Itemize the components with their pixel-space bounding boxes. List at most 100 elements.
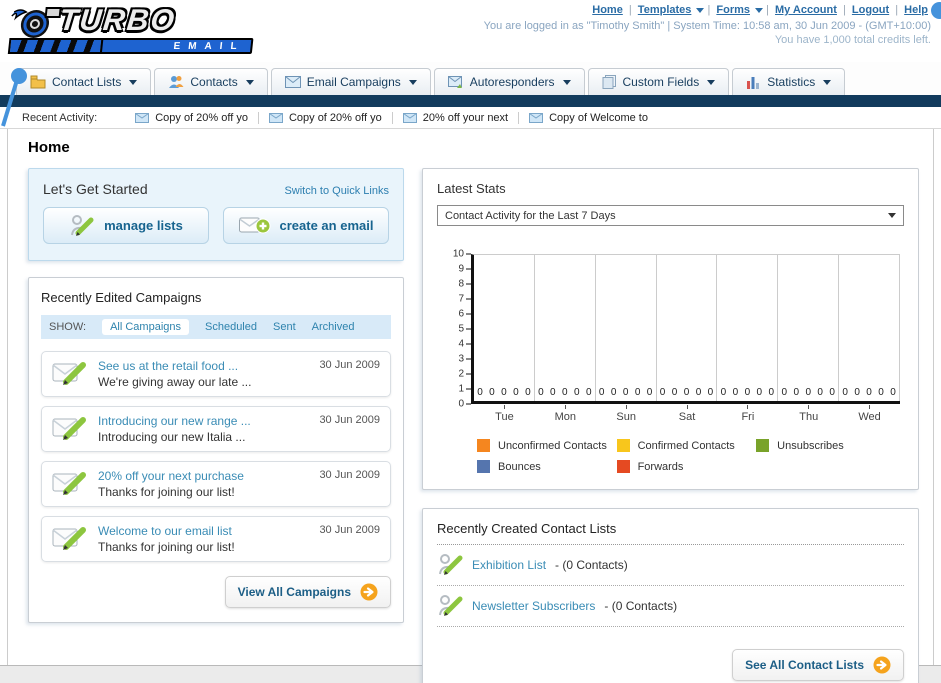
tab-label: Statistics xyxy=(767,75,816,89)
campaign-title-link[interactable]: Welcome to our email list xyxy=(98,524,309,538)
y-axis-tick: 3 xyxy=(458,354,471,365)
y-axis-tick: 9 xyxy=(458,264,471,275)
x-axis-label: Wed xyxy=(839,405,900,423)
campaign-row[interactable]: Welcome to our email list Thanks for joi… xyxy=(41,516,391,562)
header-link-forms[interactable]: Forms xyxy=(716,4,750,16)
tab-custom-fields[interactable]: Custom Fields xyxy=(587,68,730,95)
envelope-icon xyxy=(135,112,150,123)
campaign-row[interactable]: 20% off your next purchase Thanks for jo… xyxy=(41,461,391,507)
top-header: TURBO EMAIL Home | Templates | Forms | M… xyxy=(0,0,941,62)
envelope-pencil-icon xyxy=(52,362,86,385)
folder-icon xyxy=(30,75,46,89)
view-all-campaigns-button[interactable]: View All Campaigns xyxy=(224,576,391,608)
header-link-help[interactable]: Help xyxy=(904,4,928,16)
filter-sent[interactable]: Sent xyxy=(273,321,296,333)
contact-list-row[interactable]: Exhibition List - (0 Contacts) xyxy=(437,545,904,586)
header-link-home[interactable]: Home xyxy=(592,4,623,16)
header-link-my-account[interactable]: My Account xyxy=(775,4,837,16)
chart-value-label: 0 xyxy=(744,387,751,398)
manage-lists-button[interactable]: manage lists xyxy=(43,207,209,244)
envelope-pencil-icon xyxy=(52,527,86,550)
create-email-button[interactable]: create an email xyxy=(223,207,389,244)
recently-created-contact-lists-panel: Recently Created Contact Lists Exhibitio… xyxy=(422,508,919,683)
legend-swatch xyxy=(616,439,630,452)
contact-list-link[interactable]: Exhibition List xyxy=(472,558,546,572)
chart-y-axis: 10 9 8 7 6 5 4 3 2 1 0 xyxy=(443,249,471,410)
chart-value-label: 0 xyxy=(671,387,678,398)
envelope-icon xyxy=(284,76,301,88)
filter-archived[interactable]: Archived xyxy=(312,321,355,333)
chart-legend: Unconfirmed Contacts Confirmed Contacts Un… xyxy=(477,439,900,473)
header-link-logout[interactable]: Logout xyxy=(852,4,889,16)
pages-icon xyxy=(602,75,616,89)
recent-activity-item[interactable]: Copy of Welcome to xyxy=(519,112,658,124)
y-axis-tick: 0 xyxy=(458,399,471,410)
chart-value-label: 0 xyxy=(732,387,739,398)
chart-value-label: 0 xyxy=(610,387,617,398)
tab-contact-lists[interactable]: Contact Lists xyxy=(16,68,152,95)
recent-activity-item[interactable]: Copy of 20% off yo xyxy=(125,111,259,124)
filter-all-campaigns[interactable]: All Campaigns xyxy=(102,319,189,335)
chart-value-label: 0 xyxy=(573,387,580,398)
chart-value-label: 0 xyxy=(562,387,568,398)
switch-to-quick-links[interactable]: Switch to Quick Links xyxy=(284,185,389,197)
activity-item-label: 20% off your next xyxy=(422,111,509,124)
legend-item: Unsubscribes xyxy=(756,439,896,452)
filter-scheduled[interactable]: Scheduled xyxy=(205,321,257,333)
chart-day-group: 00000 xyxy=(657,255,718,401)
campaign-date: 30 Jun 2009 xyxy=(319,414,380,426)
legend-item: Forwards xyxy=(616,460,757,473)
chart-value-label: 0 xyxy=(634,387,641,398)
contact-list-count: - (0 Contacts) xyxy=(604,599,678,613)
legend-item: Confirmed Contacts xyxy=(616,439,757,452)
turbo-email-logo[interactable]: TURBO EMAIL xyxy=(3,4,259,62)
contact-list-link[interactable]: Newsletter Subscribers xyxy=(472,599,595,613)
tab-email-campaigns[interactable]: Email Campaigns xyxy=(270,68,431,95)
chart-value-label: 0 xyxy=(659,387,666,398)
tab-label: Contacts xyxy=(190,75,238,89)
x-axis-label: Thu xyxy=(778,405,839,423)
recent-activity-item[interactable]: 20% off your next xyxy=(393,111,520,124)
campaign-row[interactable]: Introducing our new range ... Introducin… xyxy=(41,406,391,452)
create-email-label: create an email xyxy=(279,218,374,233)
campaign-filter-bar: SHOW: All Campaigns Scheduled Sent Archi… xyxy=(41,315,391,339)
legend-swatch xyxy=(477,460,490,473)
envelope-pencil-icon xyxy=(52,417,86,440)
envelope-icon xyxy=(268,112,283,123)
contact-list-row[interactable]: Newsletter Subscribers - (0 Contacts) xyxy=(437,586,904,627)
chart-value-label: 0 xyxy=(477,387,483,398)
chart-value-label: 0 xyxy=(489,387,495,398)
legend-item: Unconfirmed Contacts xyxy=(477,439,617,452)
chart-value-label: 0 xyxy=(854,387,860,398)
recent-activity-label: Recent Activity: xyxy=(22,111,98,124)
login-status-text: You are logged in as "Timothy Smith" | S… xyxy=(483,20,931,32)
credits-status-text: You have 1,000 total credits left. xyxy=(774,34,931,46)
chevron-down-icon xyxy=(245,79,254,85)
campaign-title-link[interactable]: 20% off your next purchase xyxy=(98,469,309,483)
tab-statistics[interactable]: Statistics xyxy=(732,68,846,95)
see-all-contact-lists-button[interactable]: See All Contact Lists xyxy=(732,649,904,681)
activity-item-label: Copy of 20% off yo xyxy=(155,111,248,124)
tab-contacts[interactable]: Contacts xyxy=(154,68,268,95)
campaign-subtitle: Introducing our new Italia ... xyxy=(98,430,246,444)
tab-autoresponders[interactable]: Autoresponders xyxy=(433,68,585,95)
chart-value-label: 0 xyxy=(585,387,592,398)
chevron-down-icon xyxy=(562,79,571,85)
chart-day-group: 00000 xyxy=(474,255,535,401)
y-axis-tick: 2 xyxy=(458,369,471,380)
link-separator: | xyxy=(842,4,846,16)
chart-value-label: 0 xyxy=(890,387,896,398)
tab-label: Contact Lists xyxy=(52,75,122,89)
campaign-title-link[interactable]: Introducing our new range ... xyxy=(98,414,309,428)
link-separator: | xyxy=(707,4,711,16)
campaigns-panel-title: Recently Edited Campaigns xyxy=(41,290,202,305)
stats-period-dropdown[interactable]: Contact Activity for the Last 7 Days xyxy=(437,205,904,226)
recent-activity-item[interactable]: Copy of 20% off yo xyxy=(259,111,393,124)
header-link-templates[interactable]: Templates xyxy=(638,4,692,16)
campaign-title-link[interactable]: See us at the retail food ... xyxy=(98,359,309,373)
chevron-down-icon xyxy=(696,7,705,13)
logo-text-email: EMAIL xyxy=(99,38,254,54)
x-axis-label: Sat xyxy=(657,405,718,423)
legend-label: Unsubscribes xyxy=(777,439,844,452)
campaign-row[interactable]: See us at the retail food ... We're givi… xyxy=(41,351,391,397)
